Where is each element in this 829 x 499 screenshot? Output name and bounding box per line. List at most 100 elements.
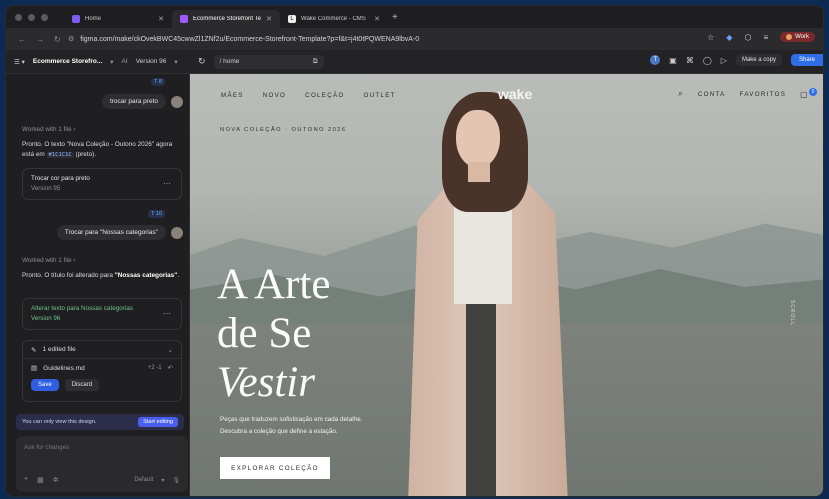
- comment-icon[interactable]: ◯: [703, 56, 712, 65]
- preview-path-text: / home: [219, 58, 240, 65]
- bookmark-star-icon[interactable]: ☆: [707, 33, 714, 42]
- url-field[interactable]: figma.com/make/ckOvekBWC45cwwZl1ZNf2u/Ec…: [80, 36, 419, 43]
- profile-avatar: [786, 34, 793, 40]
- close-tab-icon[interactable]: ✕: [266, 15, 272, 23]
- microphone-icon[interactable]: 🎙︎: [172, 477, 180, 484]
- markdown-file-icon: ▤: [31, 365, 38, 372]
- explore-collection-button[interactable]: EXPLORAR COLEÇÃO: [220, 457, 330, 479]
- site-navigation: MÃES NOVO COLEÇÃO OUTLET wake ⌕ CONTA FA…: [190, 74, 823, 116]
- view-only-banner: You can only view this design. Start edi…: [16, 414, 184, 430]
- chevron-down-icon[interactable]: ⌄: [168, 346, 173, 354]
- version-selector[interactable]: Version 96: [136, 58, 167, 65]
- chevron-down-icon[interactable]: ▾: [161, 477, 164, 484]
- maximize-window-icon[interactable]: [41, 13, 48, 21]
- assistant-response: Pronto. O texto "Nova Coleção - Outono 2…: [22, 140, 180, 160]
- window-controls[interactable]: [6, 13, 64, 21]
- preview-mode-icon[interactable]: ▣: [669, 56, 677, 65]
- tab-figma-make[interactable]: Ecommerce Storefront Temp ✕: [172, 10, 280, 28]
- edited-file-row[interactable]: ▤ Guidelines.md +2 -1 ↶: [23, 359, 181, 377]
- profile-button[interactable]: Work: [780, 32, 815, 42]
- worked-with-files-toggle[interactable]: Worked with 1 file ›: [22, 257, 75, 264]
- brand-logo[interactable]: wake: [498, 86, 532, 102]
- add-icon[interactable]: +: [24, 476, 28, 484]
- worked-with-files-toggle[interactable]: Worked with 1 file ›: [22, 126, 75, 133]
- extension-shield-icon[interactable]: ◆: [726, 33, 732, 42]
- close-tab-icon[interactable]: ✕: [158, 15, 164, 23]
- refresh-preview-icon[interactable]: ↻: [198, 56, 206, 67]
- share-button[interactable]: Share: [790, 54, 823, 66]
- settings-icon[interactable]: ✲: [53, 476, 59, 484]
- open-in-new-icon[interactable]: ⧉: [313, 58, 318, 66]
- tab-home[interactable]: Home ✕: [64, 10, 172, 28]
- discard-button[interactable]: Discard: [64, 379, 100, 391]
- nav-buttons: ← → ↻: [6, 35, 68, 44]
- shopping-bag-icon: ▢: [800, 89, 809, 99]
- headline-line-2: de Se: [217, 310, 312, 357]
- chevron-down-icon[interactable]: ▾: [110, 58, 113, 66]
- assistant-response: Pronto. O título foi alterado para "Noss…: [22, 271, 180, 281]
- forward-icon[interactable]: →: [36, 35, 44, 44]
- more-options-icon[interactable]: ···: [163, 309, 171, 318]
- subcopy-line-1: Peças que traduzem sofisticação em cada …: [220, 416, 363, 423]
- nav-link-colecao[interactable]: COLEÇÃO: [305, 92, 344, 99]
- file-name[interactable]: Ecommerce Storefro...: [33, 58, 102, 65]
- edited-files-header[interactable]: ✎ 1 edited file ⌄: [23, 341, 181, 359]
- tab-label: Home: [85, 16, 102, 22]
- present-play-icon[interactable]: ▷: [721, 56, 727, 65]
- version-chevron-icon[interactable]: ▾: [174, 58, 177, 66]
- minimize-window-icon[interactable]: [28, 13, 35, 21]
- reload-icon[interactable]: ↻: [54, 35, 61, 44]
- version-card[interactable]: Trocar cor para preto Version 95 ···: [22, 168, 182, 200]
- cart-button[interactable]: ▢ 0: [800, 87, 817, 99]
- code-mode-icon[interactable]: ⌘: [686, 56, 694, 65]
- make-copy-button[interactable]: Make a copy: [735, 54, 782, 66]
- model-selector[interactable]: Default: [134, 477, 153, 484]
- chat-input-tools: + ▦ ✲: [24, 476, 59, 484]
- tab-wake-cms[interactable]: L Wake Commerce - CMS ✕: [280, 10, 388, 28]
- tab-search-icon[interactable]: ≡: [763, 33, 768, 42]
- view-only-text: You can only view this design.: [22, 419, 97, 425]
- main-menu-icon[interactable]: ☰ ▾: [14, 58, 25, 66]
- nav-link-maes[interactable]: MÃES: [221, 92, 244, 99]
- attach-image-icon[interactable]: ▦: [37, 476, 44, 484]
- more-options-icon[interactable]: ···: [163, 179, 171, 188]
- user-avatar[interactable]: T: [650, 55, 661, 65]
- revert-icon[interactable]: ↶: [168, 364, 173, 372]
- tab-label: Wake Commerce - CMS: [301, 16, 366, 22]
- close-window-icon[interactable]: [15, 13, 22, 21]
- user-avatar: [171, 226, 183, 239]
- profile-label: Work: [795, 34, 809, 40]
- response-text: Pronto. O texto "Nova Coleção - Outono 2…: [22, 141, 173, 158]
- wake-tab-icon: L: [288, 15, 296, 23]
- start-editing-button[interactable]: Start editing: [138, 417, 178, 427]
- extensions-icon[interactable]: ⬡: [744, 33, 751, 42]
- figma-toolbar: ☰ ▾ Ecommerce Storefro... ▾ AI Version 9…: [6, 50, 823, 74]
- home-tab-icon: [72, 15, 80, 23]
- close-tab-icon[interactable]: ✕: [374, 15, 380, 23]
- user-message-text: Trocar para "Nossas categorias": [56, 225, 166, 240]
- chat-input[interactable]: Ask for changes + ▦ ✲ Default ▾ 🎙︎: [16, 436, 188, 492]
- message-token-badge: T 10: [148, 210, 165, 218]
- search-icon[interactable]: ⌕: [678, 89, 684, 99]
- site-settings-icon[interactable]: ⚙: [68, 35, 74, 43]
- nav-link-outlet[interactable]: OUTLET: [364, 92, 396, 99]
- save-button[interactable]: Save: [31, 379, 59, 391]
- favorites-link[interactable]: FAVORITOS: [740, 91, 787, 98]
- chat-input-placeholder: Ask for changes: [24, 444, 70, 451]
- version-title: Trocar cor para preto: [31, 175, 90, 182]
- account-link[interactable]: CONTA: [698, 91, 726, 98]
- new-tab-button[interactable]: +: [392, 12, 398, 23]
- user-message: trocar para preto: [101, 94, 183, 109]
- file-header: ☰ ▾ Ecommerce Storefro... ▾ AI Version 9…: [6, 58, 198, 66]
- back-icon[interactable]: ←: [18, 35, 26, 44]
- nav-link-novo[interactable]: NOVO: [263, 92, 286, 99]
- headline-line-3: Vestir: [217, 359, 315, 406]
- edited-files-label: 1 edited file: [42, 346, 76, 353]
- version-card-current[interactable]: Alterar texto para Nossas categorias Ver…: [22, 298, 182, 330]
- file-actions: Save Discard: [23, 377, 181, 393]
- user-avatar: [171, 95, 183, 108]
- preview-path-input[interactable]: / home ⧉: [213, 54, 324, 69]
- version-title: Alterar texto para Nossas categorias: [31, 305, 133, 312]
- tab-label: Ecommerce Storefront Temp: [193, 16, 261, 22]
- message-token-badge: T 8: [151, 78, 165, 86]
